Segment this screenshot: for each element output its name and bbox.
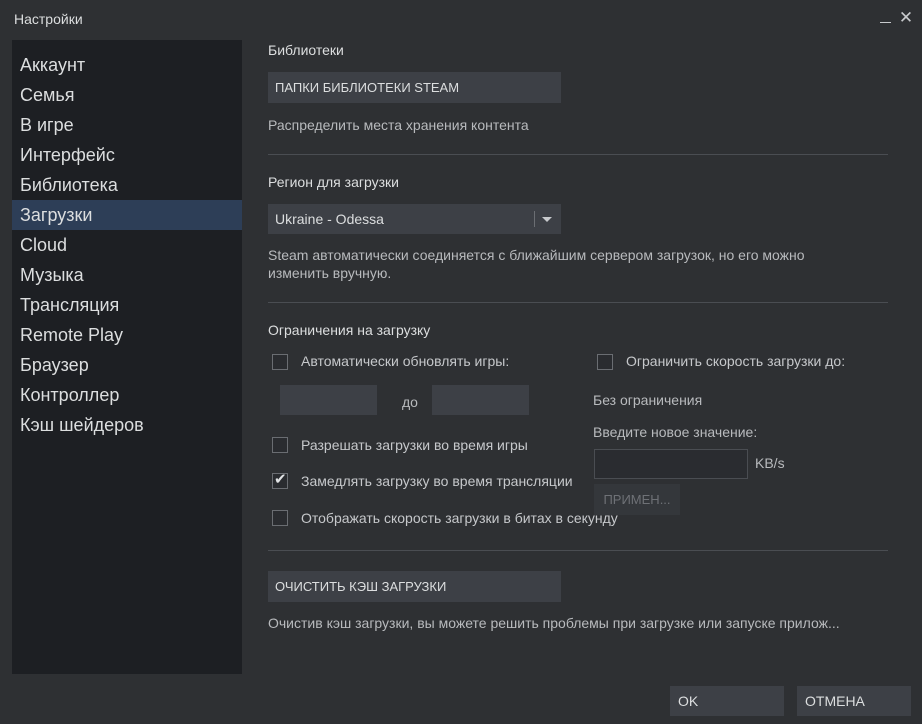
settings-sidebar: Аккаунт Семья В игре Интерфейс Библиотек… <box>12 40 242 674</box>
section-divider <box>268 302 888 303</box>
time-range-to-label: до <box>402 394 418 410</box>
steam-library-folders-button[interactable]: ПАПКИ БИБЛИОТЕКИ STEAM <box>268 72 561 103</box>
title-bar: Настройки ✕ <box>0 0 922 38</box>
sidebar-item-remote-play[interactable]: Remote Play <box>12 320 242 350</box>
allow-downloads-during-gameplay-label: Разрешать загрузки во время игры <box>301 437 528 453</box>
update-time-from-input[interactable] <box>280 385 377 415</box>
sidebar-item-music[interactable]: Музыка <box>12 260 242 290</box>
sidebar-item-interface[interactable]: Интерфейс <box>12 140 242 170</box>
section-divider <box>268 154 888 155</box>
sidebar-item-controller[interactable]: Контроллер <box>12 380 242 410</box>
clear-cache-description: Очистив кэш загрузки, вы можете решить п… <box>268 615 840 631</box>
limit-bandwidth-label: Ограничить скорость загрузки до: <box>626 353 846 369</box>
apply-limit-button[interactable]: ПРИМЕН... <box>594 484 680 515</box>
show-speed-in-bits-checkbox[interactable] <box>272 510 288 526</box>
clear-download-cache-button[interactable]: ОЧИСТИТЬ КЭШ ЗАГРУЗКИ <box>268 571 561 602</box>
region-description-line-1: Steam автоматически соединяется с ближай… <box>268 247 805 263</box>
section-divider <box>268 550 888 551</box>
chevron-down-icon <box>542 217 552 222</box>
current-limit-text: Без ограничения <box>593 392 703 408</box>
ok-button[interactable]: OK <box>670 686 784 716</box>
throttle-during-broadcast-label: Замедлять загрузку во время трансляции <box>301 473 573 489</box>
cancel-button[interactable]: ОТМЕНА <box>797 686 911 716</box>
sidebar-item-broadcasting[interactable]: Трансляция <box>12 290 242 320</box>
sidebar-item-account[interactable]: Аккаунт <box>12 50 242 80</box>
bandwidth-unit-label: KB/s <box>755 455 785 471</box>
libraries-description: Распределить места хранения контента <box>268 117 529 133</box>
region-description-line-2: изменить вручную. <box>268 265 392 281</box>
download-region-title: Регион для загрузки <box>268 174 399 190</box>
new-value-label: Введите новое значение: <box>593 424 758 440</box>
sidebar-item-shader-cache[interactable]: Кэш шейдеров <box>12 410 242 440</box>
close-button[interactable]: ✕ <box>896 6 916 30</box>
bandwidth-value-input[interactable] <box>594 449 748 479</box>
minimize-button[interactable] <box>876 6 896 30</box>
limit-bandwidth-checkbox[interactable] <box>597 354 613 370</box>
throttle-during-broadcast-checkbox[interactable]: ✔ <box>272 471 288 489</box>
download-region-select[interactable]: Ukraine - Odessa <box>268 204 561 234</box>
libraries-title: Библиотеки <box>268 42 344 58</box>
sidebar-item-browser[interactable]: Браузер <box>12 350 242 380</box>
window-title: Настройки <box>14 11 83 27</box>
show-speed-in-bits-label: Отображать скорость загрузки в битах в с… <box>301 510 618 526</box>
download-restrictions-title: Ограничения на загрузку <box>268 322 431 338</box>
sidebar-item-library[interactable]: Библиотека <box>12 170 242 200</box>
sidebar-item-in-game[interactable]: В игре <box>12 110 242 140</box>
sidebar-item-family[interactable]: Семья <box>12 80 242 110</box>
update-time-to-input[interactable] <box>432 385 529 415</box>
select-separator <box>534 211 535 227</box>
checkmark-icon: ✔ <box>274 471 287 488</box>
download-region-value: Ukraine - Odessa <box>275 211 384 227</box>
allow-downloads-during-gameplay-checkbox[interactable] <box>272 437 288 453</box>
auto-update-checkbox[interactable] <box>272 354 288 370</box>
auto-update-label: Автоматически обновлять игры: <box>301 353 510 369</box>
sidebar-item-cloud[interactable]: Cloud <box>12 230 242 260</box>
sidebar-item-downloads[interactable]: Загрузки <box>12 200 242 230</box>
